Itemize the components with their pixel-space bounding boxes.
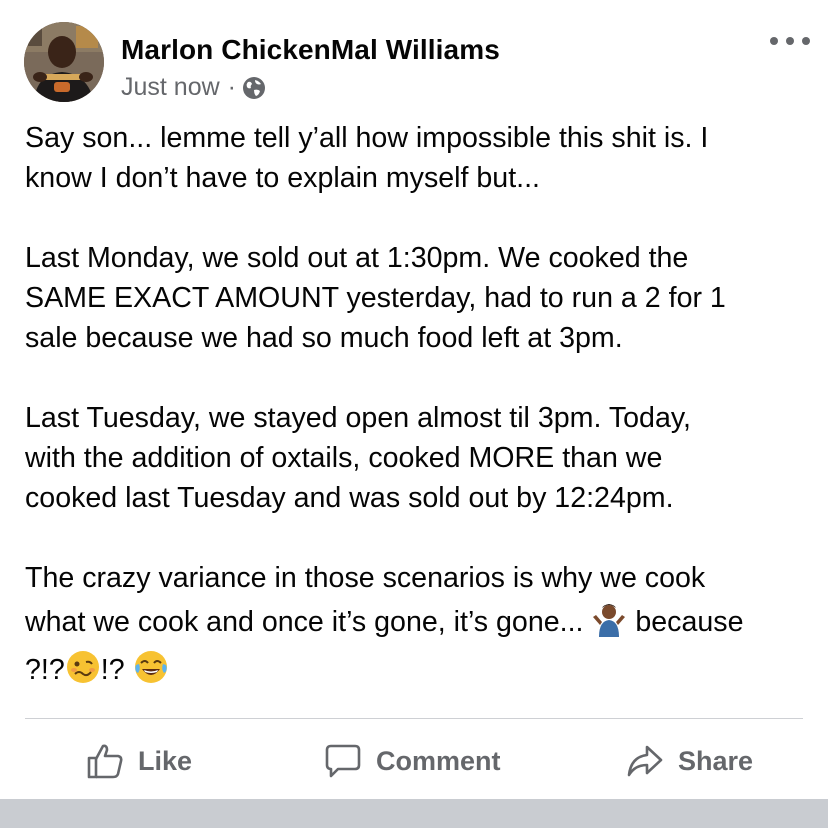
post-text-line: what we cook and once it’s gone, it’s go… bbox=[25, 598, 815, 646]
post-text: Say son... lemme tell y’all how impossib… bbox=[25, 118, 815, 694]
post-text-line: Last Tuesday, we stayed open almost til … bbox=[25, 402, 691, 434]
more-options-icon[interactable] bbox=[770, 26, 810, 56]
post-meta: Just now · bbox=[121, 73, 266, 102]
post-text-line: Say son... lemme tell y’all how impossib… bbox=[25, 122, 709, 154]
actions-divider bbox=[25, 718, 803, 719]
share-button[interactable]: Share bbox=[626, 730, 753, 792]
post-text-line: SAME EXACT AMOUNT yesterday, had to run … bbox=[25, 282, 726, 314]
face-with-tears-of-joy-emoji bbox=[133, 649, 169, 685]
comment-label: Comment bbox=[376, 745, 501, 776]
share-arrow-icon bbox=[627, 745, 663, 777]
post-text-line: The crazy variance in those scenarios is… bbox=[25, 562, 706, 594]
post-text-line: sale because we had so much food left at… bbox=[25, 322, 623, 354]
comment-button[interactable]: Comment bbox=[324, 730, 501, 792]
avatar-photo bbox=[24, 22, 104, 102]
post-text-line: ?!? !? bbox=[25, 646, 815, 694]
post-text-line: know I don’t have to explain myself but.… bbox=[25, 162, 540, 194]
comment-icon bbox=[325, 744, 361, 778]
globe-icon[interactable] bbox=[242, 76, 266, 100]
post-actions: Like Comment Share bbox=[0, 730, 828, 792]
post-text-line: with the addition of oxtails, cooked MOR… bbox=[25, 442, 663, 474]
post-text-line: cooked last Tuesday and was sold out by … bbox=[25, 482, 674, 514]
post-timestamp[interactable]: Just now bbox=[121, 73, 220, 102]
avatar[interactable] bbox=[24, 22, 104, 102]
meta-separator: · bbox=[227, 73, 236, 101]
share-label: Share bbox=[678, 745, 754, 776]
like-label: Like bbox=[138, 745, 193, 776]
author-name[interactable]: Marlon ChickenMal Williams bbox=[121, 34, 500, 66]
like-button[interactable]: Like bbox=[86, 730, 192, 792]
thumbs-up-icon bbox=[87, 744, 123, 779]
person-shrugging-emoji bbox=[591, 601, 627, 637]
woozy-face-emoji bbox=[65, 649, 101, 685]
post-text-line: Last Monday, we sold out at 1:30pm. We c… bbox=[25, 242, 689, 274]
feed-separator bbox=[0, 799, 828, 828]
facebook-post: Marlon ChickenMal Williams Just now · Sa… bbox=[0, 0, 828, 828]
